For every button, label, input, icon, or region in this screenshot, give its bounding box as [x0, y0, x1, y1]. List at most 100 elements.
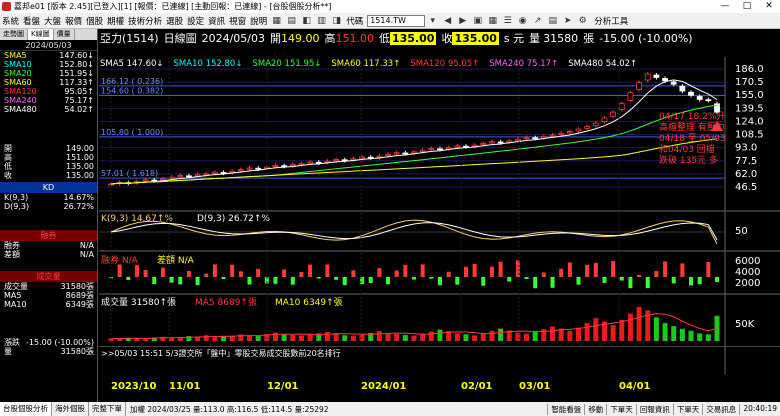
menu-item-info[interactable]: 資訊: [206, 15, 227, 27]
toolbar-button-4[interactable]: ▥: [315, 15, 328, 27]
panel-spacer: [0, 114, 97, 144]
chart-icon[interactable]: ▣: [471, 15, 484, 27]
tab-intraday[interactable]: 走勢圖: [0, 29, 28, 40]
statusbar-item-order[interactable]: 下單天: [606, 403, 636, 415]
minimize-button[interactable]: —: [714, 0, 736, 13]
fib-label: 166.12 ( 0.236): [101, 77, 163, 86]
annotation-text: 跌破 135元 多: [659, 154, 718, 166]
analysis-tools-icon[interactable]: ⚙: [576, 15, 589, 27]
low-label: 低: [378, 32, 390, 45]
zoom-icon[interactable]: ◉: [516, 15, 529, 27]
row-label: SMA10: [4, 60, 32, 69]
statusbar-item-report[interactable]: 回報資訊: [635, 403, 673, 415]
margin-bar: [628, 277, 633, 289]
toolbar-button-5[interactable]: ◨: [330, 15, 343, 27]
sma-legend-item: SMA20 151.95↓: [252, 59, 322, 69]
margin-bar: [619, 277, 624, 281]
status-bar: 台股個股分析 海外個股 完整下單 加權 2024/03/25 量:113.0 高…: [0, 402, 780, 416]
tab-kline[interactable]: K線圖: [28, 29, 54, 40]
margin-bar: [368, 277, 373, 284]
margin-bar: [247, 277, 252, 285]
margin-section-header: 融券: [0, 230, 97, 241]
chart-period: 日線圖: [163, 32, 197, 45]
cursor-icon[interactable]: ➤: [561, 15, 574, 27]
row-label: D(9,3): [4, 202, 30, 211]
menu-item-stock[interactable]: 個股: [84, 15, 105, 27]
candle-body: [428, 148, 435, 151]
menu-item-screener[interactable]: 選股: [164, 15, 185, 27]
margin-bar: [446, 271, 451, 277]
row-value: 6349張: [65, 300, 94, 309]
index-quote: 加權 2024/03/25 量:113.0 高:116.5 低:114.5 量:…: [130, 404, 329, 414]
volume-bar: [593, 318, 599, 341]
statusbar-item-smart[interactable]: 智能看盤: [547, 403, 584, 415]
margin-bar: [186, 270, 191, 277]
lp-ma-row: SMA60 117.33↑: [0, 78, 97, 87]
candle-body: [194, 174, 201, 177]
menu-item-quote[interactable]: 報價: [63, 15, 84, 27]
sma-legend-item: SMA480 54.02↑: [568, 59, 638, 69]
lp-ohlc-row: 收 135.00: [0, 171, 97, 180]
candle-body: [402, 152, 409, 155]
volume-bar: [524, 333, 530, 341]
margin-bar: [697, 277, 702, 285]
toolbar-button-2[interactable]: ▤: [285, 15, 298, 27]
next-icon[interactable]: ▶: [456, 15, 469, 27]
volume-bar: [662, 323, 668, 341]
maximize-button[interactable]: □: [736, 0, 758, 13]
row-label: SMA480: [4, 105, 37, 114]
grid-icon[interactable]: ▦: [486, 15, 499, 27]
margin-bar: [437, 277, 442, 286]
row-label: 開: [4, 144, 12, 153]
lp-volume-row: 成交量 31580張: [0, 282, 97, 291]
prev-icon[interactable]: ◀: [441, 15, 454, 27]
volume-bar: [714, 315, 720, 341]
stock-code-input[interactable]: 1514.TW: [367, 14, 426, 27]
chart-area[interactable]: 186.0 170.5 155.0 139.5 124.0 108.5 93.0 77.5 62…: [99, 29, 780, 402]
tab-price-volume[interactable]: 價量: [54, 29, 75, 40]
menu-item-market[interactable]: 大盤: [42, 15, 63, 27]
menu-item-settings[interactable]: 設定: [185, 15, 206, 27]
row-label: MA10: [4, 300, 27, 309]
menu-item-window[interactable]: 視窗: [227, 15, 248, 27]
statusbar-tab-overseas[interactable]: 海外個股: [52, 402, 89, 416]
toolbar-button-1[interactable]: ▦: [270, 15, 283, 27]
statusbar-item-order2[interactable]: 下單天: [672, 403, 703, 415]
kd-legend-d: D(9,3) 26.72↑%: [197, 214, 270, 224]
statusbar-item-move[interactable]: 移動: [584, 403, 606, 415]
row-value: 75.17↑: [64, 96, 94, 105]
candle-body: [359, 156, 365, 159]
lp-kd-row: D(9,3) 26.72%: [0, 202, 97, 211]
margin-bar: [282, 269, 287, 277]
volume-bar: [584, 323, 590, 341]
analysis-tools-menu[interactable]: 分析工具: [594, 15, 628, 27]
volume-bar: [636, 306, 642, 341]
margin-bar: [238, 271, 243, 277]
list-icon[interactable]: ☰: [501, 15, 514, 27]
row-value: 95.05↑: [64, 87, 94, 96]
dropdown-icon[interactable]: ▾: [426, 15, 439, 27]
statusbar-item-trade-msg[interactable]: 交易訊息: [702, 403, 739, 415]
candle-body: [558, 132, 565, 135]
margin-list: 融券 N/A 差額 N/A: [0, 241, 97, 259]
trend-icon[interactable]: ↗: [531, 15, 544, 27]
volume-bar: [385, 333, 391, 341]
candle-body: [186, 175, 192, 178]
menu-item-options[interactable]: 期權: [105, 15, 126, 27]
statusbar-tab-stock-analysis[interactable]: 台股個股分析: [0, 402, 52, 416]
toolbar-button-3[interactable]: ◧: [300, 15, 313, 27]
menu-item-technical[interactable]: 技術分析: [126, 15, 164, 27]
panel-date: 2024/05/03: [0, 40, 97, 51]
margin-bar: [611, 261, 616, 277]
close-button[interactable]: ✕: [758, 0, 780, 13]
lp-ohlc-row: 低 135.00: [0, 162, 97, 171]
statusbar-tab-order[interactable]: 完整下單: [89, 402, 126, 416]
menu-item-watch[interactable]: 看盤: [21, 15, 42, 27]
menu-item-system[interactable]: 系統: [0, 15, 21, 27]
menu-item-help[interactable]: 說明: [248, 15, 269, 27]
volume-bar: [472, 335, 478, 341]
news-ticker[interactable]: >>05/03 15:51 5/3證交所「盤中」零股交易成交股數前20名排行: [99, 346, 780, 359]
candle-body: [220, 172, 227, 174]
volume-bar: [532, 331, 538, 341]
calendar-icon[interactable]: ▤: [546, 15, 559, 27]
